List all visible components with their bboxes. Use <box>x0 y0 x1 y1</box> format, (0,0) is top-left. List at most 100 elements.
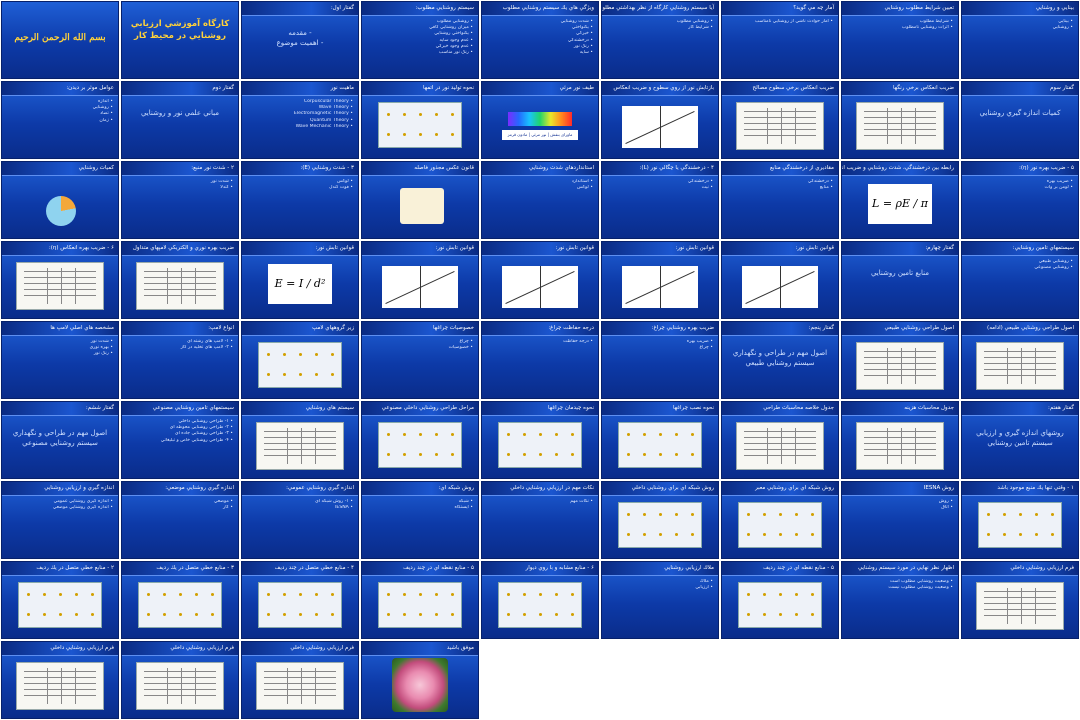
slide-body: • درخشندگي • نيت <box>607 179 713 234</box>
slide-thumbnail[interactable]: ۴ - منابع خطي متصل در چند رديف <box>241 561 359 639</box>
slide-header: آيا سيستم روشنايي كارگاه از نظر بهداشتي … <box>602 2 718 16</box>
slide-thumbnail[interactable]: بسم الله الرحمن الرحيم <box>1 1 119 79</box>
slide-thumbnail[interactable]: نحوه نصب چراغها <box>601 401 719 479</box>
slide-thumbnail[interactable]: جدول محاسبات هزينه <box>841 401 959 479</box>
slide-thumbnail[interactable]: نكات مهم در ارزيابي روشنايي داخلي • نكات … <box>481 481 599 559</box>
slide-title: نحوه نصب چراغها <box>672 405 714 411</box>
slide-thumbnail[interactable]: فرم ارزيابي روشنايي داخلي <box>1 641 119 719</box>
slide-thumbnail[interactable]: قانون عكس مجذور فاصله <box>361 161 479 239</box>
slide-body: • نكات مهم <box>487 499 593 554</box>
slide-thumbnail[interactable]: قوانين تابش نور: <box>601 241 719 319</box>
slide-thumbnail[interactable]: فرم ارزيابي روشنايي داخلي <box>241 641 359 719</box>
lamp-dot-icon <box>795 513 798 516</box>
lamp-dot-icon <box>59 593 62 596</box>
slide-thumbnail[interactable]: طيف نور مرئي ماورای بنفش | نور مرئي | ماد… <box>481 81 599 159</box>
slide-thumbnail[interactable]: ۵ - منابع نقطه اي در چند رديف <box>361 561 479 639</box>
slide-thumbnail[interactable]: ضريب انعكاس برخي رنگها <box>841 81 959 159</box>
slide-body: • روش • اتاق <box>847 499 953 554</box>
slide-thumbnail[interactable]: ماهيت نور • Corpuscular Theory • Wave Theo… <box>241 81 359 159</box>
slide-thumbnail[interactable]: ملاك ارزيابي روشنايي • ملاك • ارزيابي <box>601 561 719 639</box>
slide-thumbnail[interactable]: ۳ - منابع خطي متصل در يك رديف <box>121 561 239 639</box>
slide-thumbnail[interactable]: ۱ - وقتي تنها يك منبع موجود باشد <box>961 481 1079 559</box>
slide-thumbnail[interactable]: قوانين تابش نور: <box>481 241 599 319</box>
slide-thumbnail[interactable]: استانداردهاي شدت روشنايي • استاندارد • لوك… <box>481 161 599 239</box>
slide-thumbnail[interactable]: ۳ - شدت روشنايي (E): • لوكس • فوت كندل <box>241 161 359 239</box>
slide-main-title: كارگاه آموزشي ارزيابي روشنايي در محيط كا… <box>130 19 230 41</box>
lamp-dot-icon <box>451 133 454 136</box>
slide-thumbnail[interactable]: عوامل موثر بر ديدن: • اندازه • روشنايي • تض… <box>1 81 119 159</box>
slide-thumbnail[interactable]: بازتابش نور از روي سطوح و ضريب انعكاس <box>601 81 719 159</box>
slide-thumbnail[interactable]: گفتار سوم كميات اندازه گيري روشنايي <box>961 81 1079 159</box>
lamp-dot-icon <box>451 433 454 436</box>
slide-thumbnail[interactable]: اندازه گيري روشنايي موضعي: • موضعي • كار <box>121 481 239 559</box>
slide-thumbnail[interactable]: اندازه گيري روشنايي عمومي: • ۱- روش شبكه … <box>241 481 359 559</box>
slide-thumbnail[interactable]: سيستمهاي تامين روشنايي مصنوعي • ۱- طراحي … <box>121 401 239 479</box>
slide-title: نكات مهم در ارزيابي روشنايي داخلي <box>510 485 594 491</box>
slide-thumbnail[interactable]: ضريب بهره نوري و الكتريكي لامپهاي متداول <box>121 241 239 319</box>
slide-thumbnail[interactable]: گفتار چهارم: منابع تامين روشنايي <box>841 241 959 319</box>
slide-title: مشخصه هاي اصلي لامپ ها <box>50 325 114 331</box>
slide-thumbnail[interactable]: خصوصيات چراغها • چراغ • خصوصيات <box>361 321 479 399</box>
lamp-illustration <box>400 188 444 224</box>
slide-thumbnail[interactable]: ويژگي هاي يك سيستم روشنايي مطلوب • شدت رو… <box>481 1 599 79</box>
slide-thumbnail[interactable]: كميات روشنايي <box>1 161 119 239</box>
slide-thumbnail[interactable]: ۶ - منابع مشابه و با روي ديوار <box>481 561 599 639</box>
slide-thumbnail[interactable]: ضريب بهره روشنايي چراغ: • ضريب بهره • چراغ <box>601 321 719 399</box>
slide-thumbnail[interactable]: موفق باشيد <box>361 641 479 719</box>
lamp-dot-icon <box>539 433 542 436</box>
slide-thumbnail[interactable]: گفتار اول: - مقدمه - اهميت موضوع <box>241 1 359 79</box>
slide-thumbnail[interactable]: روش شبكه اي: • شبكه • ايستگاه <box>361 481 479 559</box>
slide-thumbnail[interactable]: قوانين تابش نور: <box>721 241 839 319</box>
slide-thumbnail[interactable]: گفتار هفتم: روشهاي اندازه گيري و ارزيابي … <box>961 401 1079 479</box>
slide-header: ضريب بهره نوري و الكتريكي لامپهاي متداول <box>122 242 238 256</box>
lamp-dot-icon <box>987 533 990 536</box>
slide-thumbnail[interactable]: نحوه توليد نور در اتمها <box>361 81 479 159</box>
slide-thumbnail[interactable]: روش شبكه اي براي روشنايي داخلي <box>601 481 719 559</box>
lamp-dot-icon <box>195 613 198 616</box>
slide-thumbnail[interactable]: قوانين تابش نور: E = I / d² <box>241 241 359 319</box>
slide-thumbnail[interactable]: روش IESNA • روش • اتاق <box>841 481 959 559</box>
slide-thumbnail[interactable]: زير گروههاي لامپ <box>241 321 359 399</box>
slide-thumbnail[interactable]: اندازه گيري و ارزيابي روشنايي • اندازه گي… <box>1 481 119 559</box>
diagram-image <box>378 102 462 148</box>
slide-thumbnail[interactable]: جدول خلاصه محاسبات طراحي <box>721 401 839 479</box>
slide-thumbnail[interactable]: فرم ارزيابي روشنايي داخلي <box>961 561 1079 639</box>
slide-thumbnail[interactable]: نحوه چيدمان چراغها <box>481 401 599 479</box>
slide-thumbnail[interactable]: رابطه بين درخشندگي، شدت روشنايي و ضريب ا… <box>841 161 959 239</box>
lamp-dot-icon <box>1019 533 1022 536</box>
slide-thumbnail[interactable]: گفتار دوم مباني علمي نور و روشنايي <box>121 81 239 159</box>
slide-thumbnail[interactable]: گفتار ششم: اصول مهم در طراحي و نگهداري سي… <box>1 401 119 479</box>
lamp-dot-icon <box>675 533 678 536</box>
slide-thumbnail[interactable]: مقاديري از درخشندگي منابع • درخشندگي • منا… <box>721 161 839 239</box>
slide-thumbnail[interactable]: اصول طراحي روشنايي طبيعي <box>841 321 959 399</box>
slide-thumbnail[interactable]: ۴ - درخشندگي يا چگالي نور (L): • درخشندگي… <box>601 161 719 239</box>
slide-thumbnail[interactable]: ۶ - ضريب بهره انعكاس (η): <box>1 241 119 319</box>
slide-thumbnail[interactable]: اصول طراحي روشنايي طبيعي (ادامه) <box>961 321 1079 399</box>
slide-thumbnail[interactable]: انواع لامپ: • ۱- لامپ هاي رشته اي • ۲- لام… <box>121 321 239 399</box>
slide-header: ۵ - منابع نقطه اي در چند رديف <box>362 562 478 576</box>
slide-thumbnail[interactable]: مراحل طراحي روشنايي داخلي مصنوعي <box>361 401 479 479</box>
slide-thumbnail[interactable]: كارگاه آموزشي ارزيابي روشنايي در محيط كا… <box>121 1 239 79</box>
slide-thumbnail[interactable]: درجه حفاظت چراغ: • درجه حفاظت <box>481 321 599 399</box>
slide-thumbnail[interactable]: سيستم روشنايي مطلوب: • روشنايي مطلوب • ميز… <box>361 1 479 79</box>
slide-thumbnail[interactable]: تعيين شرايط مطلوب روشنايي • شرايط مطلوب • … <box>841 1 959 79</box>
slide-thumbnail[interactable]: سيستمهاي تامين روشنايي: • روشنايي طبيعي • … <box>961 241 1079 319</box>
slide-thumbnail[interactable]: اظهار نظر نهايي در مورد سيستم روشنايي • و… <box>841 561 959 639</box>
slide-thumbnail[interactable]: مشخصه هاي اصلي لامپ ها • شدت نور • بهره نو… <box>1 321 119 399</box>
slide-title: فرم ارزيابي روشنايي داخلي <box>1010 565 1074 571</box>
slide-thumbnail[interactable]: روش شبكه اي براي روشنايي معبر <box>721 481 839 559</box>
slide-thumbnail[interactable]: ۲ - منابع خطي متصل در يك رديف <box>1 561 119 639</box>
slide-thumbnail[interactable]: آمار چه مي گويد؟ • آمار حوادث ناشي از روش… <box>721 1 839 79</box>
diagram-image <box>378 422 462 468</box>
slide-thumbnail[interactable]: قوانين تابش نور: <box>361 241 479 319</box>
slide-thumbnail[interactable]: ضريب انعكاس برخي سطوح مصالح <box>721 81 839 159</box>
slide-thumbnail[interactable]: گفتار پنجم: اصول مهم در طراحي و نگهداري س… <box>721 321 839 399</box>
slide-thumbnail[interactable]: ۵ - ضريب بهره نور (η): • ضريب بهره • لومن … <box>961 161 1079 239</box>
slide-thumbnail[interactable]: ۵ - منابع نقطه اي در چند رديف <box>721 561 839 639</box>
lamp-dot-icon <box>627 533 630 536</box>
slide-thumbnail[interactable]: بينايي و روشنايي • بينايي • روشنايي <box>961 1 1079 79</box>
slide-thumbnail[interactable]: ۲ - شدت نور منبع: • شدت نور • كندلا <box>121 161 239 239</box>
slide-thumbnail[interactable]: فرم ارزيابي روشنايي داخلي <box>121 641 239 719</box>
slide-thumbnail[interactable]: سيستم هاي روشنايي <box>241 401 359 479</box>
slide-thumbnail[interactable]: آيا سيستم روشنايي كارگاه از نظر بهداشتي … <box>601 1 719 79</box>
